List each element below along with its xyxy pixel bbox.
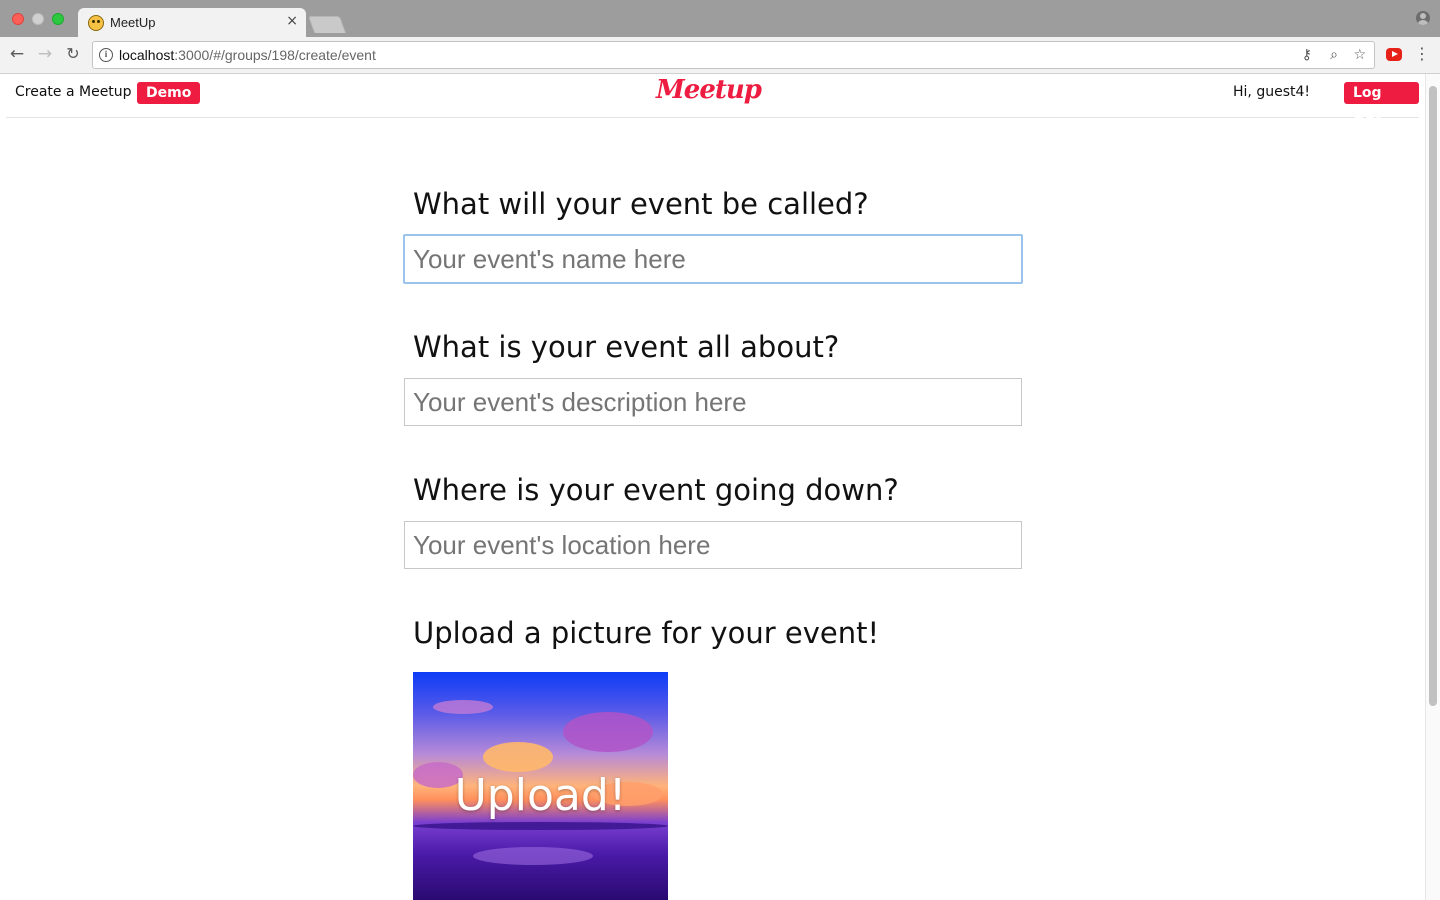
- back-arrow-icon[interactable]: ←: [7, 44, 27, 64]
- event-name-input[interactable]: [403, 234, 1023, 284]
- upload-label: Upload!: [454, 770, 627, 821]
- new-tab-button[interactable]: [307, 16, 347, 33]
- url-text[interactable]: localhost:3000/#/groups/198/create/event: [119, 47, 376, 63]
- youtube-extension-icon[interactable]: [1386, 48, 1402, 61]
- meetup-logo[interactable]: Meetup: [656, 75, 762, 105]
- browser-tab[interactable]: MeetUp ×: [78, 8, 306, 38]
- sunset-cloud-shape: [433, 700, 493, 714]
- tab-title: MeetUp: [110, 15, 156, 30]
- reload-icon[interactable]: ↻: [63, 44, 83, 64]
- favicon-icon: [88, 15, 104, 31]
- event-location-input[interactable]: [404, 521, 1022, 569]
- sunset-cloud-shape: [563, 712, 653, 752]
- url-path: :3000/#/groups/198/create/event: [174, 47, 376, 63]
- window-close-button[interactable]: [12, 13, 24, 25]
- event-name-heading: What will your event be called?: [413, 187, 869, 221]
- zoom-icon[interactable]: ⌕: [1330, 47, 1338, 63]
- site-header: Create a Meetup Demo Meetup Hi, guest4! …: [6, 74, 1419, 123]
- logout-button[interactable]: Log Out: [1344, 82, 1419, 123]
- create-meetup-link[interactable]: Create a Meetup: [15, 84, 132, 100]
- upload-picture-button[interactable]: Upload!: [413, 672, 668, 900]
- horizon-shape: [413, 822, 668, 830]
- address-bar[interactable]: i localhost:3000/#/groups/198/create/eve…: [92, 41, 1375, 69]
- info-icon[interactable]: i: [99, 48, 113, 62]
- page-scrollbar[interactable]: [1425, 74, 1440, 900]
- event-description-input[interactable]: [404, 378, 1022, 426]
- forward-arrow-icon[interactable]: →: [35, 44, 55, 64]
- sunset-cloud-shape: [483, 742, 553, 772]
- page-viewport: Create a Meetup Demo Meetup Hi, guest4! …: [0, 74, 1440, 900]
- browser-menu-icon[interactable]: ⋮: [1414, 44, 1430, 64]
- window-maximize-button[interactable]: [52, 13, 64, 25]
- tab-close-icon[interactable]: ×: [286, 13, 298, 29]
- key-icon[interactable]: ⚷: [1302, 47, 1312, 63]
- window-minimize-button[interactable]: [32, 13, 44, 25]
- event-description-heading: What is your event all about?: [413, 330, 840, 364]
- browser-toolbar: ← → ↻ i localhost:3000/#/groups/198/crea…: [0, 37, 1440, 74]
- water-reflection-shape: [473, 847, 593, 865]
- profile-icon[interactable]: [1416, 11, 1430, 25]
- event-picture-heading: Upload a picture for your event!: [413, 616, 880, 650]
- user-greeting: Hi, guest4!: [1233, 84, 1310, 100]
- bookmark-star-icon[interactable]: ☆: [1353, 47, 1366, 63]
- scrollbar-thumb[interactable]: [1429, 86, 1437, 706]
- browser-titlebar: MeetUp ×: [0, 0, 1440, 38]
- event-location-heading: Where is your event going down?: [413, 473, 899, 507]
- demo-button[interactable]: Demo: [137, 82, 201, 104]
- url-host: localhost: [119, 47, 175, 63]
